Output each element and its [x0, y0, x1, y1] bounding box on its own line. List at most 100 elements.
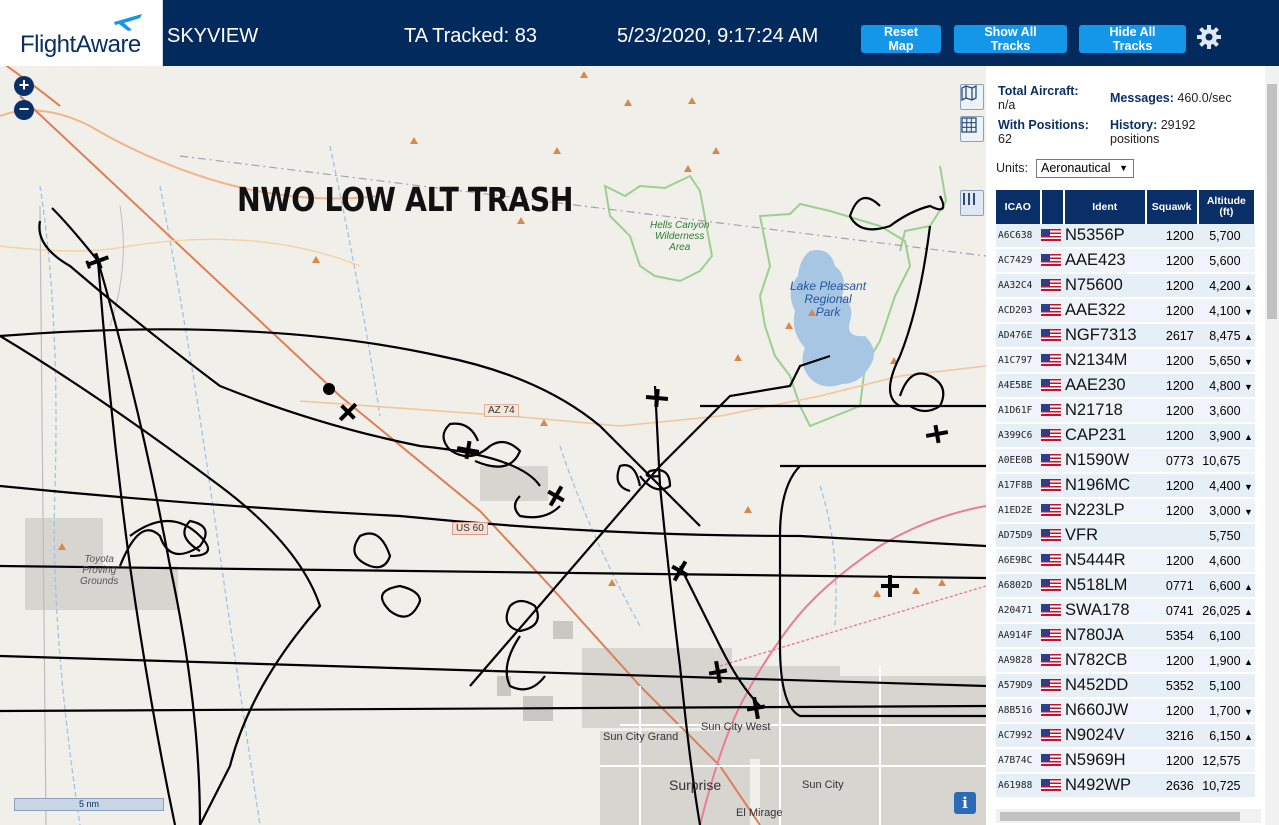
us-flag-icon — [1040, 379, 1061, 392]
flightaware-logo[interactable]: FlightAware — [0, 0, 163, 66]
ident-cell: N5444R — [1064, 548, 1146, 574]
zoom-in-button[interactable]: + — [14, 76, 34, 96]
col-altitude[interactable]: Altitude (ft) — [1197, 190, 1257, 224]
table-row[interactable]: A0EE0B N1590W 0773 10,675 — [996, 448, 1255, 474]
icao-cell: A1C797 — [996, 348, 1041, 374]
table-row[interactable]: A399C6 CAP231 1200 3,900 ▲ — [996, 423, 1255, 449]
az74-shield: AZ 74 — [484, 404, 519, 417]
ident-cell: N2134M — [1064, 348, 1146, 374]
altitude-cell: 5,600 — [1197, 248, 1255, 274]
table-row[interactable]: AC7429 AAE423 1200 5,600 — [996, 248, 1255, 274]
info-icon[interactable]: i — [954, 792, 976, 814]
table-row[interactable]: AC7992 N9024V 3216 6,150 ▲ — [996, 723, 1255, 749]
icao-cell: A4E5BE — [996, 373, 1041, 399]
table-row[interactable]: A1D61F N21718 1200 3,600 — [996, 398, 1255, 424]
table-row[interactable]: A6C638 N5356P 1200 5,700 — [996, 224, 1255, 249]
map-scale-bar: 5 nm — [14, 798, 164, 811]
ident-cell: N780JA — [1064, 623, 1146, 649]
table-row[interactable]: A17F8B N196MC 1200 4,400 ▼ — [996, 473, 1255, 499]
table-row[interactable]: AA32C4 N75600 1200 4,200 ▲ — [996, 273, 1255, 299]
sun-city-grand-label: Sun City Grand — [603, 731, 679, 743]
altitude-value: 10,675 — [1202, 453, 1241, 468]
horizontal-scrollbar[interactable] — [996, 809, 1261, 823]
squawk-cell: 1200 — [1145, 698, 1198, 724]
squawk-cell: 1200 — [1145, 423, 1198, 449]
altitude-trend-icon: ▲ — [1244, 581, 1253, 592]
us-flag-icon — [1040, 479, 1061, 492]
altitude-value: 6,600 — [1209, 578, 1241, 593]
squawk-cell: 5354 — [1145, 623, 1198, 649]
ident-cell: AAE423 — [1064, 248, 1146, 274]
table-row[interactable]: AA9828 N782CB 1200 1,900 ▲ — [996, 648, 1255, 674]
table-row[interactable]: A61988 N492WP 2636 10,725 — [996, 773, 1255, 799]
flag-cell — [1040, 548, 1065, 574]
ident-cell: N782CB — [1064, 648, 1146, 674]
current-time: 5/23/2020, 9:17:24 AM — [617, 25, 819, 47]
icao-cell: A399C6 — [996, 423, 1041, 449]
flag-cell — [1040, 523, 1065, 549]
altitude-value: 5,750 — [1209, 528, 1241, 543]
icao-cell: A1ED2E — [996, 498, 1041, 524]
ident-cell: N5969H — [1064, 748, 1146, 774]
icao-cell: A17F8B — [996, 473, 1041, 499]
table-row[interactable]: AA914F N780JA 5354 6,100 — [996, 623, 1255, 649]
icao-cell: A20471 — [996, 598, 1041, 624]
ident-cell: AAE230 — [1064, 373, 1146, 399]
col-icao[interactable]: ICAO — [996, 190, 1042, 224]
vertical-scrollbar[interactable] — [1265, 66, 1279, 825]
table-row[interactable]: A4E5BE AAE230 1200 4,800 ▼ — [996, 373, 1255, 399]
icao-cell: AC7429 — [996, 248, 1041, 274]
ident-cell: N5356P — [1064, 224, 1146, 249]
table-row[interactable]: AD75D9 VFR 5,750 — [996, 523, 1255, 549]
ident-cell: N75600 — [1064, 273, 1146, 299]
altitude-cell: 4,200 ▲ — [1197, 273, 1255, 299]
icao-cell: AD476E — [996, 323, 1041, 349]
zoom-out-button[interactable]: − — [14, 100, 34, 120]
table-row[interactable]: A8B516 N660JW 1200 1,700 ▼ — [996, 698, 1255, 724]
dropdown-arrow-icon: ▼ — [1119, 163, 1128, 173]
altitude-cell: 26,025 ▲ — [1197, 598, 1255, 624]
hide-all-tracks-button[interactable]: Hide All Tracks — [1079, 25, 1186, 53]
us-flag-icon — [1040, 504, 1061, 517]
squawk-cell: 1200 — [1145, 548, 1198, 574]
us-flag-icon — [1040, 529, 1061, 542]
settings-gear-icon[interactable] — [1196, 24, 1222, 50]
us-flag-icon — [1040, 229, 1061, 242]
squawk-cell: 1200 — [1145, 498, 1198, 524]
map-layers-button[interactable] — [960, 84, 984, 110]
units-select[interactable]: Aeronautical ▼ — [1036, 159, 1134, 178]
table-row[interactable]: A6E9BC N5444R 1200 4,600 — [996, 548, 1255, 574]
squawk-cell: 1200 — [1145, 373, 1198, 399]
col-ident[interactable]: Ident — [1064, 190, 1147, 224]
col-squawk[interactable]: Squawk — [1145, 190, 1199, 224]
show-all-tracks-button[interactable]: Show All Tracks — [954, 25, 1067, 53]
table-row[interactable]: A579D9 N452DD 5352 5,100 — [996, 673, 1255, 699]
altitude-cell: 4,400 ▼ — [1197, 473, 1255, 499]
ident-cell: CAP231 — [1064, 423, 1146, 449]
flag-cell — [1040, 273, 1065, 299]
units-selected-value: Aeronautical — [1041, 161, 1111, 175]
grid-toggle-button[interactable] — [960, 116, 984, 142]
col-flag[interactable] — [1040, 190, 1066, 224]
columns-toggle-button[interactable] — [960, 190, 984, 216]
table-row[interactable]: ACD203 AAE322 1200 4,100 ▼ — [996, 298, 1255, 324]
altitude-trend-icon: ▼ — [1244, 506, 1253, 517]
table-row[interactable]: A6802D N518LM 0771 6,600 ▲ — [996, 573, 1255, 599]
flag-cell — [1040, 748, 1065, 774]
altitude-trend-icon: ▲ — [1244, 431, 1253, 442]
us-flag-icon — [1040, 704, 1061, 717]
reset-map-button[interactable]: Reset Map — [861, 25, 941, 53]
table-row[interactable]: AD476E NGF7313 2617 8,475 ▲ — [996, 323, 1255, 349]
ident-cell: N21718 — [1064, 398, 1146, 424]
flag-cell — [1040, 423, 1065, 449]
altitude-cell: 4,600 — [1197, 548, 1255, 574]
altitude-trend-icon: ▼ — [1244, 381, 1253, 392]
map-canvas[interactable]: NWO LOW ALT TRASH Hells Canyon Wildernes… — [0, 66, 986, 825]
altitude-cell: 6,150 ▲ — [1197, 723, 1255, 749]
squawk-cell: 1200 — [1145, 398, 1198, 424]
total-aircraft-stat: Total Aircraft: n/a — [998, 84, 1079, 112]
table-row[interactable]: A7B74C N5969H 1200 12,575 — [996, 748, 1255, 774]
table-row[interactable]: A1C797 N2134M 1200 5,650 ▼ — [996, 348, 1255, 374]
table-row[interactable]: A1ED2E N223LP 1200 3,000 ▼ — [996, 498, 1255, 524]
table-row[interactable]: A20471 SWA178 0741 26,025 ▲ — [996, 598, 1255, 624]
